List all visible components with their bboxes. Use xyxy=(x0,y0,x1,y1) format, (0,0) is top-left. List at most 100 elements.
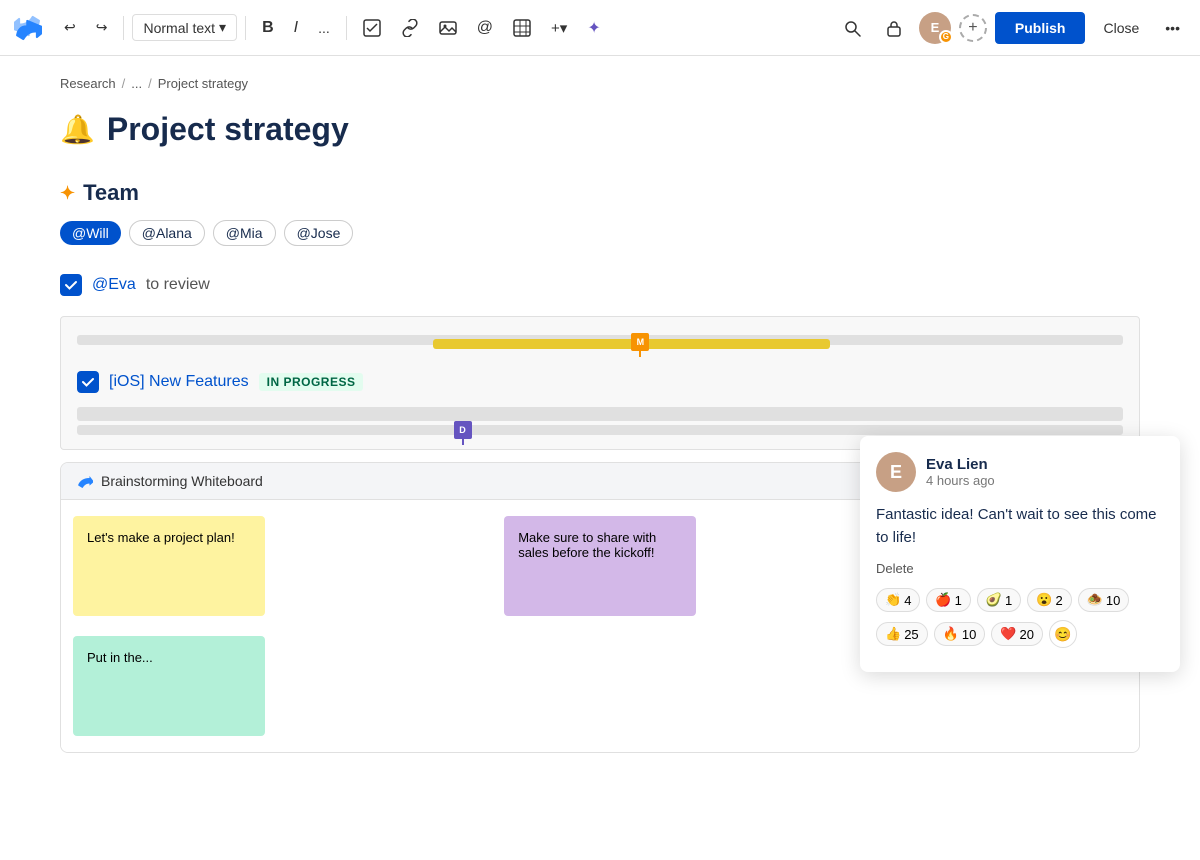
sticky-note-3[interactable]: Make sure to share with sales before the… xyxy=(504,516,696,616)
commenter-avatar: E xyxy=(876,452,916,492)
add-collaborator-button[interactable]: + xyxy=(959,14,987,42)
page-title[interactable]: Project strategy xyxy=(107,111,349,148)
reaction-clap[interactable]: 👏 4 xyxy=(876,588,920,612)
reaction-thumbsup-count: 25 xyxy=(904,627,918,642)
sticky-note-2-empty xyxy=(289,516,481,616)
text-format-label: Normal text xyxy=(143,20,215,36)
confluence-logo[interactable] xyxy=(12,12,44,44)
redo-button[interactable]: ↪ xyxy=(88,13,116,42)
reaction-surprised[interactable]: 😮 2 xyxy=(1027,588,1071,612)
comment-text: Fantastic idea! Can't wait to see this c… xyxy=(876,504,1164,549)
roadmap-bar-row-2 xyxy=(77,407,1123,425)
publish-button[interactable]: Publish xyxy=(995,12,1086,44)
italic-button[interactable]: I xyxy=(286,13,306,43)
mention-button[interactable]: @ xyxy=(469,13,501,43)
page-title-row: 🔔 Project strategy xyxy=(60,111,1140,148)
content-area: Research / ... / Project strategy 🔔 Proj… xyxy=(0,56,1200,860)
restrictions-button[interactable] xyxy=(877,13,911,43)
mentions-row: @Will @Alana @Mia @Jose xyxy=(60,220,1140,246)
reaction-avocado-emoji: 🥑 xyxy=(986,592,1002,608)
roadmap-bar-bg-2 xyxy=(77,407,1123,417)
collaborator-avatar: E G xyxy=(919,12,951,44)
link-button[interactable] xyxy=(393,13,427,43)
chevron-down-icon: ▾ xyxy=(219,19,226,36)
breadcrumb: Research / ... / Project strategy xyxy=(60,76,1140,91)
reaction-avocado[interactable]: 🥑 1 xyxy=(977,588,1021,612)
breadcrumb-sep-1: / xyxy=(122,76,126,91)
reaction-heart[interactable]: ❤️ 20 xyxy=(991,622,1043,646)
more-options-button[interactable]: ••• xyxy=(1157,14,1188,42)
table-button[interactable] xyxy=(505,13,539,43)
mention-alana[interactable]: @Alana xyxy=(129,220,205,246)
reaction-fire-emoji: 🔥 xyxy=(943,626,959,642)
reaction-fire[interactable]: 🔥 10 xyxy=(934,622,986,646)
editor[interactable]: Research / ... / Project strategy 🔔 Proj… xyxy=(0,56,1200,860)
sticky-note-1[interactable]: Let's make a project plan! xyxy=(73,516,265,616)
breadcrumb-research[interactable]: Research xyxy=(60,76,116,91)
search-button[interactable] xyxy=(835,13,869,43)
ai-button[interactable]: ✦ xyxy=(579,12,608,44)
divider-3 xyxy=(346,16,347,40)
team-heading-text: Team xyxy=(83,180,139,206)
comment-time: 4 hours ago xyxy=(926,473,995,488)
more-format-button[interactable]: ... xyxy=(310,14,338,42)
mention-jose[interactable]: @Jose xyxy=(284,220,354,246)
roadmap-task-checkbox[interactable] xyxy=(77,371,99,393)
insert-button[interactable]: +▾ xyxy=(543,13,575,43)
reactions-row-1: 👏 4 🍎 1 🥑 1 😮 2 🧆 10 xyxy=(876,588,1164,612)
breadcrumb-ellipsis[interactable]: ... xyxy=(131,76,142,91)
whiteboard-title[interactable]: Brainstorming Whiteboard xyxy=(101,473,263,489)
reaction-clap-count: 4 xyxy=(904,593,911,608)
reaction-thumbsup[interactable]: 👍 25 xyxy=(876,622,928,646)
reaction-food-emoji: 🧆 xyxy=(1087,592,1103,608)
task-checkbox[interactable] xyxy=(60,274,82,296)
status-badge-in-progress: IN PROGRESS xyxy=(259,373,364,391)
sticky-note-6[interactable]: Put in the... xyxy=(73,636,265,736)
reaction-apple-emoji: 🍎 xyxy=(935,592,951,608)
reaction-heart-emoji: ❤️ xyxy=(1000,626,1016,642)
task-row: @Eva to review xyxy=(60,274,1140,296)
task-assignee[interactable]: @Eva xyxy=(92,276,136,294)
roadmap-bar-bg-3 xyxy=(77,425,1123,435)
task-button[interactable] xyxy=(355,13,389,43)
roadmap-task-label[interactable]: [iOS] New Features xyxy=(109,373,249,391)
divider-2 xyxy=(245,16,246,40)
reaction-food[interactable]: 🧆 10 xyxy=(1078,588,1130,612)
task-action: to review xyxy=(146,276,210,294)
roadmap-marker-m: M xyxy=(631,333,649,351)
roadmap-container: M [iOS] New Features IN PROGRESS D xyxy=(60,316,1140,450)
divider-1 xyxy=(123,16,124,40)
roadmap-bar-row-1: M xyxy=(77,335,1123,353)
page-title-icon: 🔔 xyxy=(60,113,95,146)
reaction-fire-count: 10 xyxy=(962,627,976,642)
reaction-apple[interactable]: 🍎 1 xyxy=(926,588,970,612)
reaction-surprised-emoji: 😮 xyxy=(1036,592,1052,608)
reaction-heart-count: 20 xyxy=(1020,627,1034,642)
toolbar-right: E G + Publish Close ••• xyxy=(835,12,1188,44)
ai-sparkle-icon: ✦ xyxy=(60,183,75,204)
roadmap-task-ios: [iOS] New Features IN PROGRESS xyxy=(77,361,1123,403)
close-button[interactable]: Close xyxy=(1093,14,1149,42)
mention-will[interactable]: @Will xyxy=(60,221,121,245)
team-heading: ✦ Team xyxy=(60,180,1140,206)
roadmap-bar-bg-1 xyxy=(77,335,1123,345)
comment-user-row: E Eva Lien 4 hours ago xyxy=(876,452,1164,492)
breadcrumb-sep-2: / xyxy=(148,76,152,91)
undo-button[interactable]: ↩ xyxy=(56,13,84,42)
comment-author: Eva Lien xyxy=(926,456,995,473)
image-button[interactable] xyxy=(431,13,465,43)
text-format-dropdown[interactable]: Normal text ▾ xyxy=(132,14,237,41)
toolbar: ↩ ↪ Normal text ▾ B I ... @ +▾ ✦ E G + P… xyxy=(0,0,1200,56)
comment-popup: E Eva Lien 4 hours ago Fantastic idea! C… xyxy=(860,436,1180,672)
comment-delete-button[interactable]: Delete xyxy=(876,561,1164,576)
breadcrumb-current: Project strategy xyxy=(158,76,248,91)
add-reaction-button[interactable]: 😊 xyxy=(1049,620,1077,648)
reaction-thumbsup-emoji: 👍 xyxy=(885,626,901,642)
roadmap-bar-row-3: D xyxy=(77,425,1123,435)
roadmap-bar-fill-2 xyxy=(77,411,1123,421)
reactions-row-2: 👍 25 🔥 10 ❤️ 20 😊 xyxy=(876,620,1164,648)
reaction-avocado-count: 1 xyxy=(1005,593,1012,608)
roadmap-marker-d: D xyxy=(454,421,472,439)
bold-button[interactable]: B xyxy=(254,13,282,43)
mention-mia[interactable]: @Mia xyxy=(213,220,276,246)
